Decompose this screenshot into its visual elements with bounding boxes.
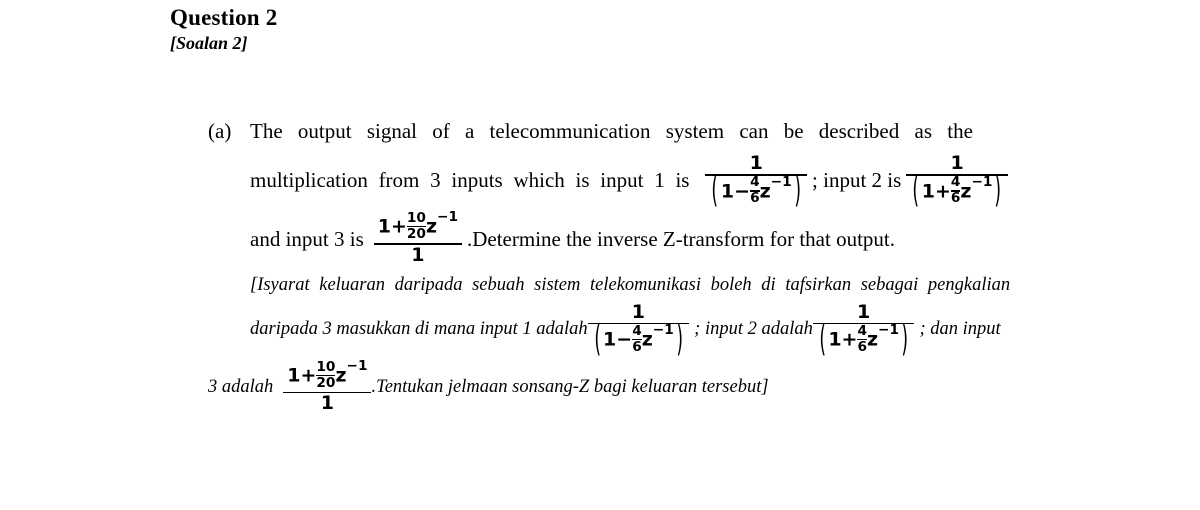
paren-open-icon: ( (711, 169, 719, 212)
malay-input2-denominator: (1+ 4 6 z−1) (813, 318, 915, 361)
paren-close-icon: ) (793, 169, 801, 212)
malay-input2-den-var: z (866, 328, 879, 351)
part-a-line-1: (a) The output signal of a telecommunica… (208, 118, 1183, 144)
input2-den-sign: + (934, 179, 951, 202)
paren-close-icon: ) (994, 169, 1002, 212)
input2-den-exponent: −1 (971, 173, 993, 190)
malay-input1-den-coefficient: 46 (632, 322, 642, 355)
part-a-english-line3-pre: and input 3 is (250, 226, 364, 251)
part-a-line-3: and input 3 is 1+ 10 20 z−1 1 .Determine th… (208, 209, 1183, 266)
part-label-a: (a) (208, 119, 232, 143)
part-a-malay-line-3: 3 adalah 1+ 10 20 z−1 1 .Tentukan jelmaan s… (208, 358, 1183, 415)
math-malay-input-1: 1 (1− 4 6 z−1) (587, 300, 690, 361)
input1-denominator: (1− 4 6 z−1) (705, 169, 807, 212)
malay-input3-numerator: 1+ 10 20 z−1 (283, 358, 371, 392)
input2-den-one: 1 (921, 179, 935, 202)
malay-input1-den-var: z (641, 328, 653, 351)
malay-input1-denominator: (1− 4 6 z−1) (588, 318, 690, 361)
malay-input3-num-sign: + (300, 364, 317, 387)
malay-input1-den-sign: − (616, 328, 633, 351)
part-a-malay-sep-2: ; dan input (919, 318, 1001, 339)
input1-den-exponent: −1 (770, 173, 792, 190)
malay-input2-den-sign: + (841, 328, 858, 351)
part-a-malay-line2-pre: daripada 3 masukkan di mana input 1 adal… (250, 318, 588, 339)
input2-coef-den: 6 (950, 190, 961, 207)
part-a-english-line2-text: multiplication from 3 inputs which is in… (250, 168, 690, 193)
input3-coef-den: 20 (406, 225, 426, 242)
input2-den-var: z (960, 179, 972, 202)
malay-input3-fraction: 1+ 10 20 z−1 1 (283, 358, 372, 415)
input3-fraction: 1+ 10 20 z−1 1 (373, 209, 462, 266)
part-a-line-2: multiplication from 3 inputs which is in… (208, 152, 1183, 212)
input1-coef-den: 6 (750, 190, 760, 207)
part-a-english-sep-1: ; input 2 is (812, 168, 902, 193)
part-a-malay-line3-pre: 3 adalah (208, 377, 274, 398)
document-page: Question 2 [Soalan 2] (a) The output sig… (0, 0, 1200, 510)
part-a-english-line1: The output signal of a telecommunication… (250, 119, 973, 143)
paren-open-icon: ( (819, 318, 826, 361)
paren-open-icon: ( (593, 318, 601, 361)
input3-denominator: 1 (411, 243, 425, 266)
part-a-malay-text-1: [Isyarat keluaran daripada sebuah sistem… (250, 274, 1011, 295)
malay-input2-numerator: 1 (857, 300, 871, 323)
malay-input3-num-one: 1 (287, 364, 301, 387)
input3-num-exponent: −1 (437, 209, 458, 226)
input3-num-coefficient: 10 20 (406, 209, 426, 242)
math-input-3: 1+ 10 20 z−1 1 (373, 209, 462, 266)
math-malay-input-3: 1+ 10 20 z−1 1 (283, 358, 372, 415)
malay-input1-den-exponent: −1 (652, 322, 674, 339)
input3-numerator: 1+ 10 20 z−1 (374, 209, 462, 243)
part-a-malay-line-1: [Isyarat keluaran daripada sebuah sistem… (208, 273, 1183, 297)
malay-input1-numerator: 1 (631, 300, 646, 323)
malay-input3-coef-num: 10 (316, 358, 336, 375)
malay-input2-coef-den: 6 (857, 338, 867, 355)
paren-close-icon: ) (901, 318, 909, 361)
input2-coef-num: 4 (950, 174, 961, 191)
input2-fraction: 1 (1+ 4 6 z−1) (906, 152, 1008, 212)
malay-input2-den-exponent: −1 (878, 322, 900, 339)
input1-den-coefficient: 46 (750, 174, 760, 207)
malay-input2-den-coefficient: 46 (857, 322, 867, 355)
input3-num-one: 1 (377, 215, 391, 238)
input3-num-var: z (425, 215, 437, 238)
question-title: Question 2 (170, 5, 278, 30)
input2-denominator: (1+ 4 6 z−1) (906, 169, 1008, 212)
malay-input1-coef-den: 6 (632, 338, 642, 355)
malay-input3-denominator: 1 (320, 392, 334, 415)
malay-input2-fraction: 1 (1+ 4 6 z−1) (812, 300, 915, 361)
math-malay-input-2: 1 (1+ 4 6 z−1) (812, 300, 915, 361)
paren-close-icon: ) (676, 318, 683, 361)
paren-open-icon: ( (912, 169, 920, 212)
input1-den-sign: − (734, 179, 751, 202)
malay-input3-num-var: z (335, 364, 347, 387)
input1-den-one: 1 (720, 179, 735, 202)
question-heading: Question 2 [Soalan 2] (170, 4, 277, 54)
malay-input3-coef-den: 20 (316, 374, 336, 391)
malay-input2-coef-num: 4 (857, 322, 867, 339)
input1-numerator: 1 (749, 152, 763, 174)
part-a-english-line3-post: .Determine the inverse Z-transform for t… (466, 226, 895, 251)
input1-fraction: 1 (1− 4 6 z−1) (705, 152, 808, 212)
input1-coef-num: 4 (750, 174, 760, 191)
part-a-malay-line-2: daripada 3 masukkan di mana input 1 adal… (208, 300, 1183, 361)
input1-den-var: z (759, 179, 771, 202)
malay-input1-den-one: 1 (603, 328, 617, 351)
math-input-1: 1 (1− 4 6 z−1) (705, 152, 808, 212)
question-subtitle-malay: [Soalan 2] (170, 33, 248, 53)
part-a-malay-sep-1: ; input 2 adalah (694, 318, 813, 339)
malay-input2-den-one: 1 (828, 328, 842, 351)
part-a-malay-line3-post: .Tentukan jelmaan sonsang-Z bagi keluara… (371, 377, 769, 398)
malay-input1-coef-num: 4 (632, 322, 642, 339)
question-part-a: (a) The output signal of a telecommunica… (208, 118, 1183, 413)
malay-input3-num-exponent: −1 (346, 358, 368, 375)
malay-input1-fraction: 1 (1− 4 6 z−1) (587, 300, 690, 361)
input2-numerator: 1 (950, 152, 964, 174)
malay-input3-num-coefficient: 10 20 (316, 358, 336, 391)
input3-num-sign: + (390, 215, 407, 238)
input3-coef-num: 10 (406, 209, 426, 226)
math-input-2: 1 (1+ 4 6 z−1) (906, 152, 1008, 212)
input2-den-coefficient: 46 (950, 174, 961, 207)
